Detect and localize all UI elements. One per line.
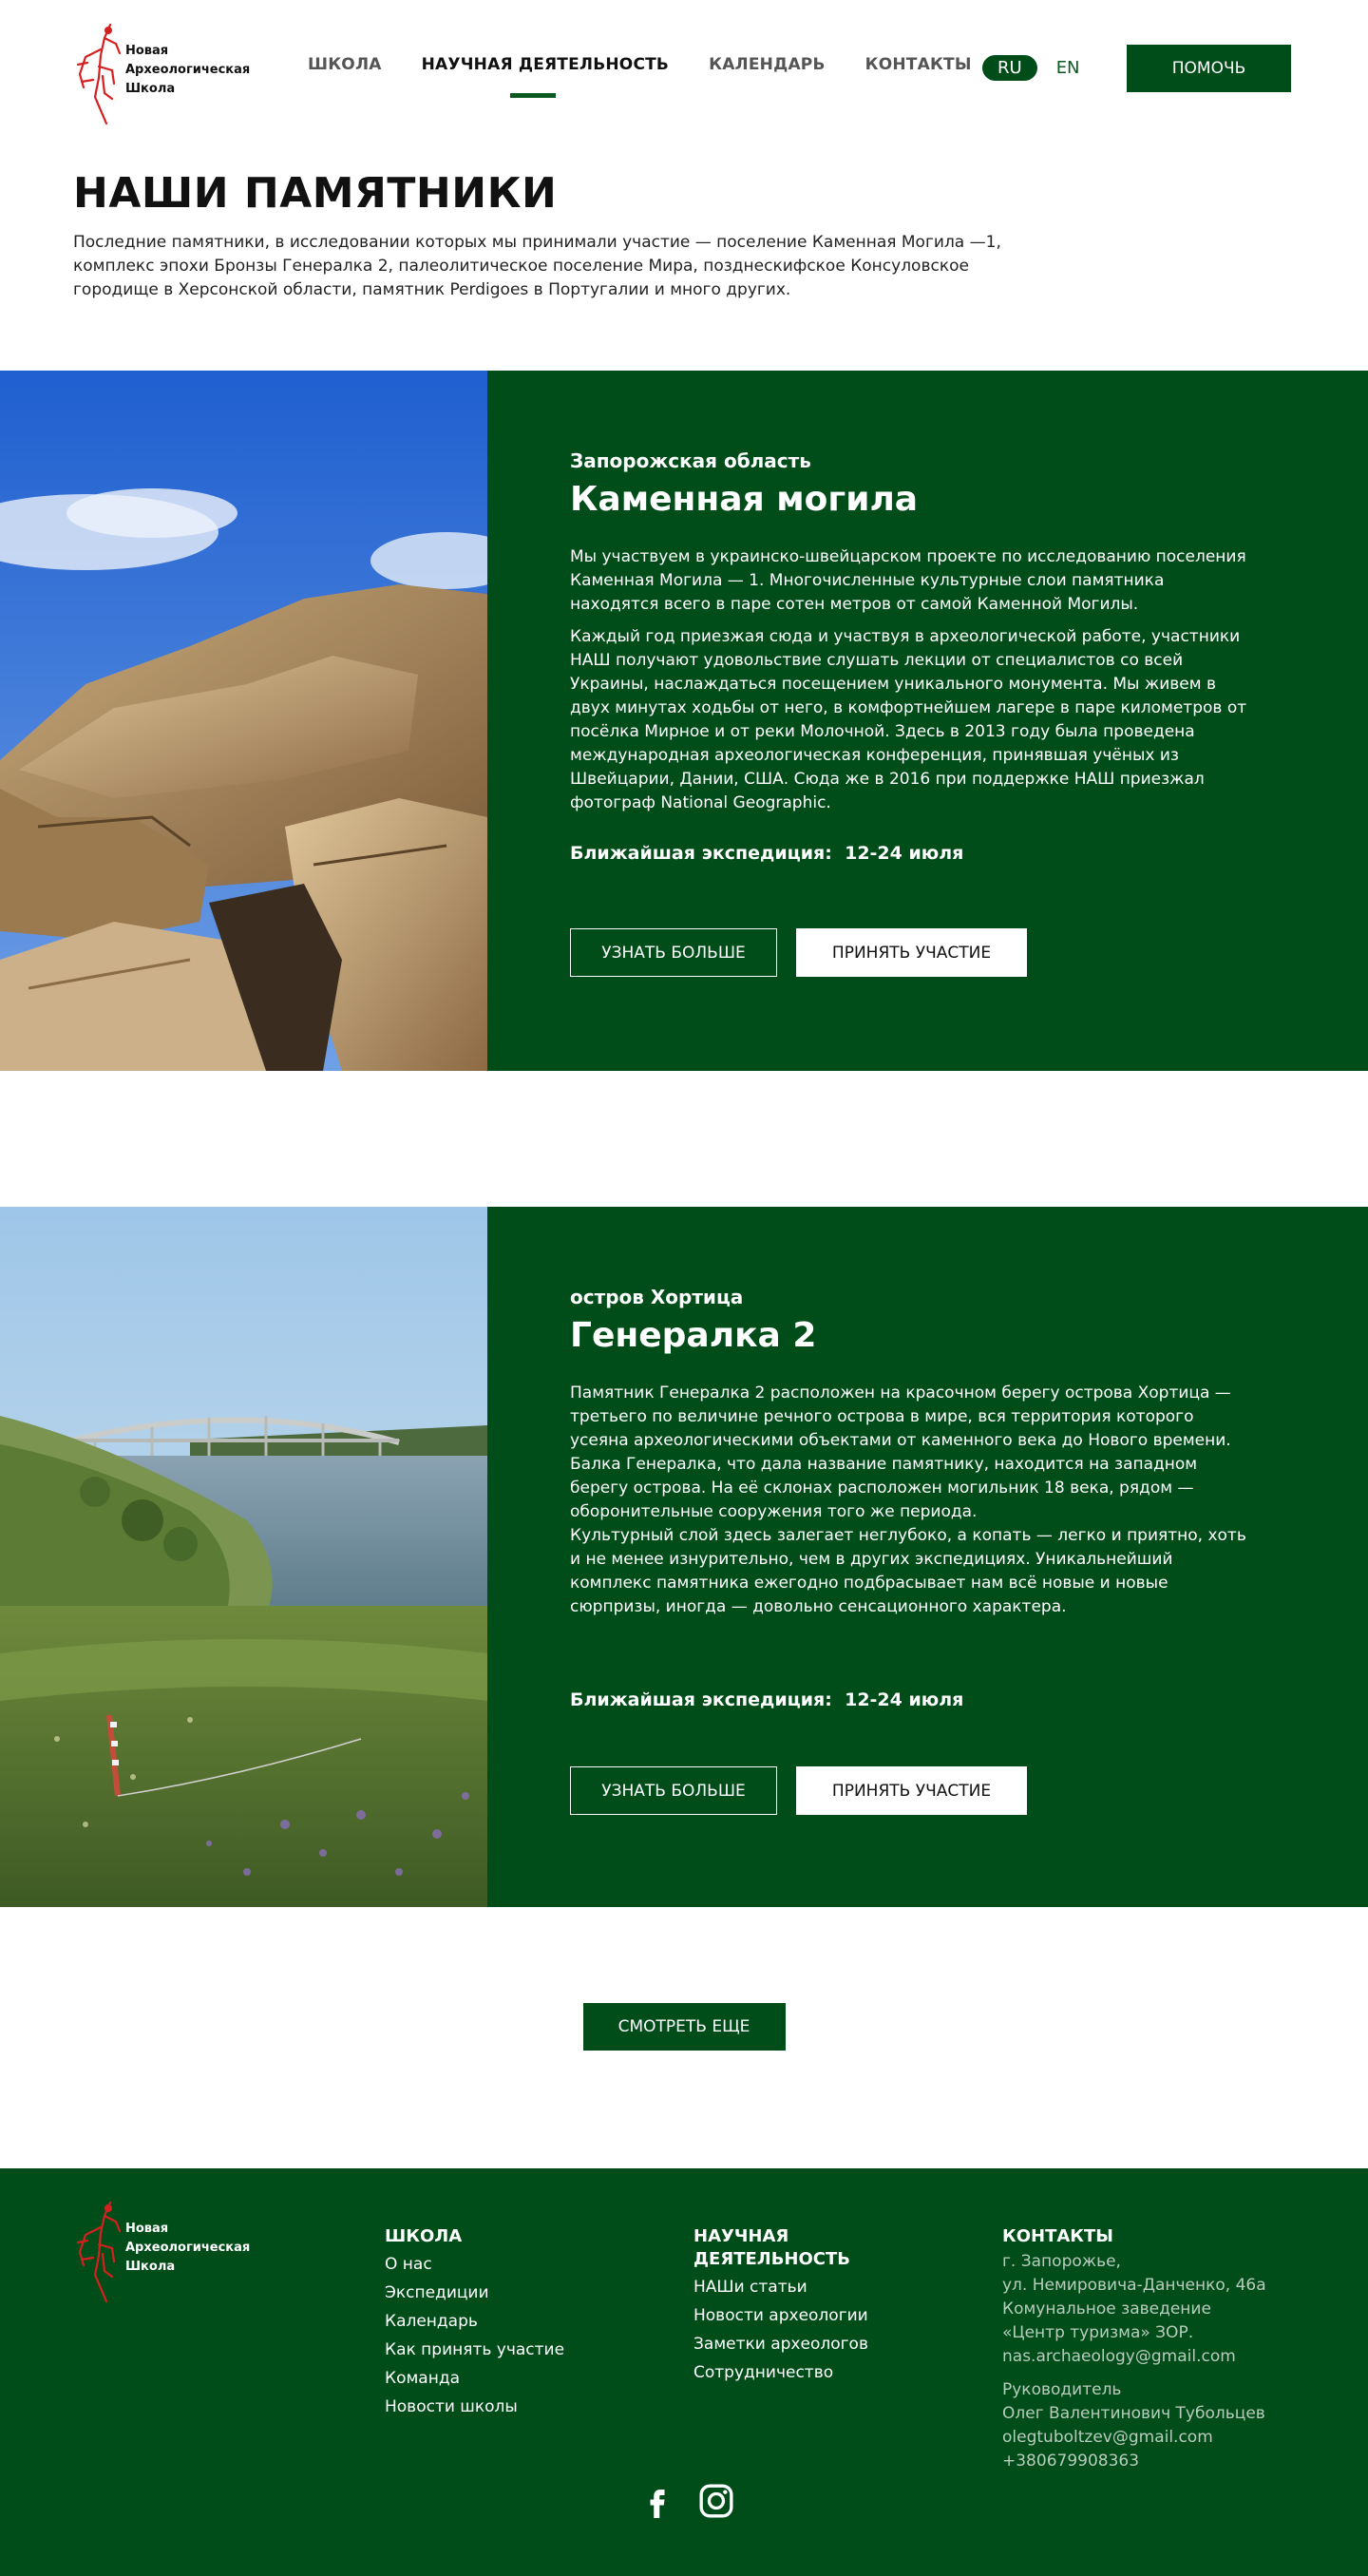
description-paragraph: Каждый год приезжая сюда и участвуя в ар… bbox=[570, 627, 1247, 812]
footer-link-school-news[interactable]: Новости школы bbox=[385, 2393, 564, 2421]
monument-region: остров Хортица bbox=[570, 1286, 744, 1308]
intro-section: НАШИ ПАМЯТНИКИ Последние памятники, в ис… bbox=[0, 143, 1368, 371]
logo-figure-icon bbox=[76, 23, 122, 125]
footer-link-how-to-join[interactable]: Как принять участие bbox=[385, 2336, 564, 2364]
contact-head-phone[interactable]: +380679908363 bbox=[1002, 2450, 1266, 2473]
footer-link-cooperation[interactable]: Сотрудничество bbox=[694, 2358, 868, 2387]
lang-ru-button[interactable]: RU bbox=[982, 55, 1037, 81]
footer-link-notes[interactable]: Заметки археологов bbox=[694, 2330, 868, 2358]
contact-address-line: ул. Немировича-Данченко, 46а bbox=[1002, 2276, 1266, 2295]
contact-address-line: г. Запорожье, bbox=[1002, 2252, 1121, 2271]
monument-region: Запорожская область bbox=[570, 449, 811, 472]
facebook-icon[interactable] bbox=[640, 2482, 674, 2524]
help-button[interactable]: ПОМОЧЬ bbox=[1127, 45, 1291, 92]
footer-link-calendar[interactable]: Календарь bbox=[385, 2307, 564, 2336]
monument-card: Запорожская область Каменная могила Мы у… bbox=[0, 371, 1368, 1071]
see-more-button[interactable]: СМОТРЕТЬ ЕЩЕ bbox=[582, 2003, 786, 2051]
contact-head-name: Олег Валентинович Тубольцев bbox=[1002, 2404, 1265, 2423]
contact-head-email[interactable]: olegtuboltzev@gmail.com bbox=[1002, 2426, 1266, 2450]
footer-logo[interactable]: Новая Археологическая Школа bbox=[74, 2199, 250, 2303]
main-nav: ШКОЛА НАУЧНАЯ ДЕЯТЕЛЬНОСТЬ КАЛЕНДАРЬ КОН… bbox=[308, 55, 1012, 98]
description-paragraph: Мы участвуем в украинско-швейцарском про… bbox=[570, 547, 1246, 614]
description-paragraph: Культурный слой здесь залегает неглубоко… bbox=[570, 1526, 1246, 1616]
expedition-label: Ближайшая экспедиция: bbox=[570, 1689, 832, 1710]
logo-line-2: Археологическая bbox=[125, 2241, 251, 2255]
monument-description: Мы участвуем в украинско-швейцарском про… bbox=[570, 545, 1254, 815]
expedition-dates: 12-24 июля bbox=[845, 843, 964, 864]
instagram-icon[interactable] bbox=[697, 2482, 735, 2524]
site-logo[interactable]: Новая Археологическая Школа bbox=[74, 21, 250, 125]
monument-actions: УЗНАТЬ БОЛЬШЕ ПРИНЯТЬ УЧАСТИЕ bbox=[570, 1766, 1027, 1815]
monument-title: Генералка 2 bbox=[570, 1316, 817, 1355]
participate-button[interactable]: ПРИНЯТЬ УЧАСТИЕ bbox=[796, 1766, 1027, 1815]
footer-link-articles[interactable]: НАШи статьи bbox=[694, 2273, 868, 2301]
logo-figure-icon bbox=[76, 2201, 122, 2303]
footer-science-title-1: НАУЧНАЯ bbox=[694, 2226, 789, 2246]
footer-science-title-2: ДЕЯТЕЛЬНОСТЬ bbox=[694, 2249, 851, 2269]
description-paragraph: Памятник Генералка 2 расположен на красо… bbox=[570, 1383, 1231, 1521]
site-header: Новая Археологическая Школа ШКОЛА НАУЧНА… bbox=[0, 0, 1368, 143]
contact-address-line: Комунальное заведение bbox=[1002, 2299, 1211, 2318]
footer-contacts-column: КОНТАКТЫ г. Запорожье, ул. Немировича-Да… bbox=[1002, 2225, 1266, 2473]
intro-text: Последние памятники, в исследовании кото… bbox=[73, 233, 1001, 299]
footer-school-column: ШКОЛА О нас Экспедиции Календарь Как при… bbox=[385, 2225, 564, 2421]
learn-more-button[interactable]: УЗНАТЬ БОЛЬШЕ bbox=[570, 928, 777, 977]
monument-info: остров Хортица Генералка 2 Памятник Гене… bbox=[487, 1207, 1368, 1907]
footer-link-archaeology-news[interactable]: Новости археологии bbox=[694, 2301, 868, 2330]
footer-link-team[interactable]: Команда bbox=[385, 2364, 564, 2393]
expedition-dates: 12-24 июля bbox=[845, 1689, 964, 1710]
contact-address-line: «Центр туризма» ЗОР. bbox=[1002, 2323, 1194, 2342]
nav-item-science[interactable]: НАУЧНАЯ ДЕЯТЕЛЬНОСТЬ bbox=[422, 55, 669, 98]
logo-line-1: Новая bbox=[125, 44, 169, 58]
nav-item-school[interactable]: ШКОЛА bbox=[308, 55, 382, 74]
expedition-label: Ближайшая экспедиция: bbox=[570, 843, 832, 864]
nav-item-contacts[interactable]: КОНТАКТЫ bbox=[865, 55, 972, 74]
language-switcher: RU EN bbox=[982, 55, 1080, 81]
contact-head-label: Руководитель bbox=[1002, 2380, 1122, 2399]
logo-line-3: Школа bbox=[125, 82, 176, 96]
site-footer: Новая Археологическая Школа ШКОЛА О нас … bbox=[0, 2168, 1368, 2576]
social-links bbox=[640, 2482, 758, 2524]
footer-link-about[interactable]: О нас bbox=[385, 2250, 564, 2279]
monument-info: Запорожская область Каменная могила Мы у… bbox=[487, 371, 1368, 1071]
contact-email[interactable]: nas.archaeology@gmail.com bbox=[1002, 2345, 1266, 2369]
logo-line-1: Новая bbox=[125, 2222, 169, 2236]
footer-school-title: ШКОЛА bbox=[385, 2226, 463, 2246]
learn-more-button[interactable]: УЗНАТЬ БОЛЬШЕ bbox=[570, 1766, 777, 1815]
monument-title: Каменная могила bbox=[570, 480, 919, 519]
next-expedition: Ближайшая экспедиция: 12-24 июля bbox=[570, 843, 963, 864]
monument-actions: УЗНАТЬ БОЛЬШЕ ПРИНЯТЬ УЧАСТИЕ bbox=[570, 928, 1027, 977]
monument-description: Памятник Генералка 2 расположен на красо… bbox=[570, 1382, 1254, 1619]
footer-science-column: НАУЧНАЯ ДЕЯТЕЛЬНОСТЬ НАШи статьи Новости… bbox=[694, 2225, 868, 2387]
nav-item-calendar[interactable]: КАЛЕНДАРЬ bbox=[709, 55, 826, 74]
participate-button[interactable]: ПРИНЯТЬ УЧАСТИЕ bbox=[796, 928, 1027, 977]
logo-line-3: Школа bbox=[125, 2260, 176, 2274]
see-more-wrap: СМОТРЕТЬ ЕЩЕ bbox=[0, 1907, 1368, 2168]
monument-photo-generalka bbox=[0, 1207, 487, 1907]
monument-photo-stone-grave bbox=[0, 371, 487, 1071]
lang-en-button[interactable]: EN bbox=[1056, 58, 1080, 78]
monument-card: остров Хортица Генералка 2 Памятник Гене… bbox=[0, 1207, 1368, 1907]
logo-line-2: Археологическая bbox=[125, 63, 251, 77]
footer-contacts-title: КОНТАКТЫ bbox=[1002, 2226, 1113, 2246]
footer-link-expeditions[interactable]: Экспедиции bbox=[385, 2279, 564, 2307]
page-title: НАШИ ПАМЯТНИКИ bbox=[73, 169, 558, 218]
next-expedition: Ближайшая экспедиция: 12-24 июля bbox=[570, 1689, 963, 1710]
